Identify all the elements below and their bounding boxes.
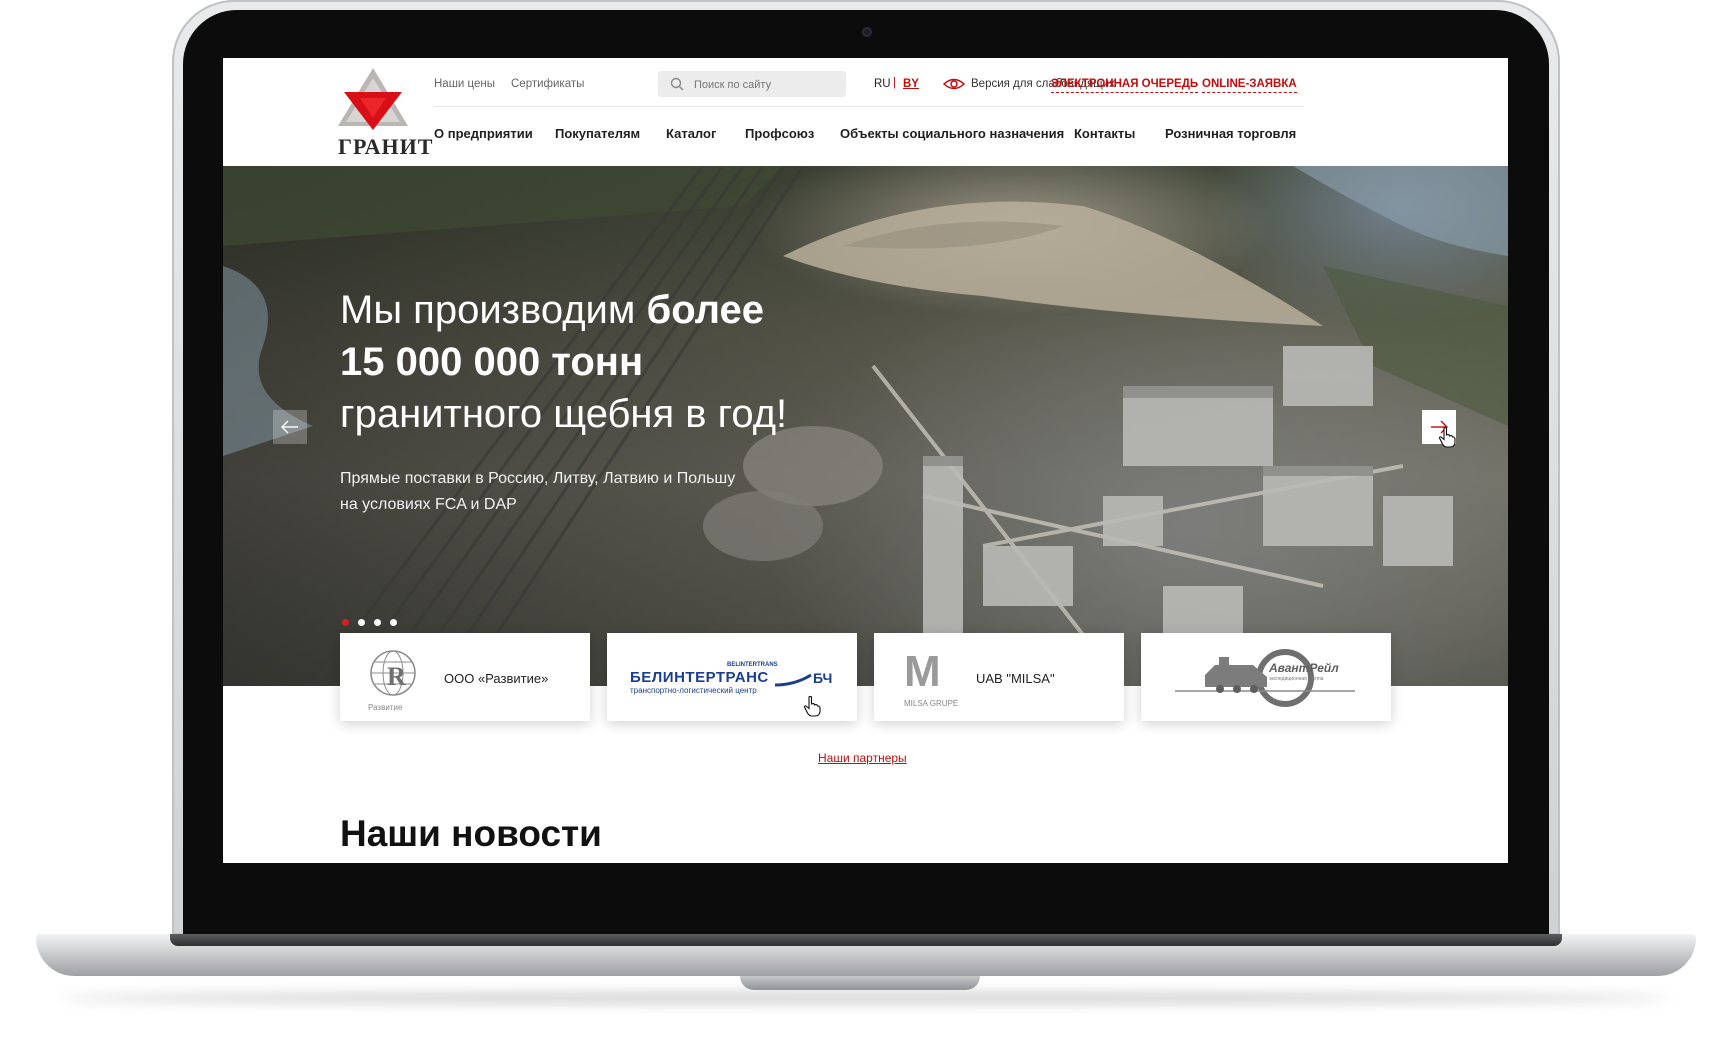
nav-contacts[interactable]: Контакты bbox=[1074, 126, 1135, 141]
header-divider bbox=[434, 106, 1304, 107]
arrow-left-icon bbox=[281, 420, 298, 434]
logo-triangle-icon bbox=[338, 68, 408, 130]
belintertrans-logo-caption: транспортно-логистический центр bbox=[630, 686, 757, 695]
search-box[interactable] bbox=[658, 71, 846, 97]
nav-buyers[interactable]: Покупателям bbox=[555, 126, 640, 141]
eye-icon bbox=[942, 78, 966, 90]
nav-about[interactable]: О предприятии bbox=[434, 126, 533, 141]
hero-title-bold-2: 15 000 000 тонн bbox=[340, 340, 644, 384]
nav-retail[interactable]: Розничная торговля bbox=[1165, 126, 1296, 141]
partner-card-razvitie[interactable]: R Развитие ООО «Развитие» bbox=[340, 633, 590, 721]
slider-dot-2[interactable] bbox=[358, 619, 365, 626]
lang-ru[interactable]: RU bbox=[874, 78, 891, 90]
slider-dot-4[interactable] bbox=[390, 619, 397, 626]
hero-slider: Мы производим более 15 000 000 тонн гран… bbox=[223, 166, 1508, 686]
search-icon bbox=[670, 77, 684, 91]
hand-cursor-icon bbox=[1438, 426, 1456, 448]
laptop-shadow bbox=[60, 992, 1670, 1004]
certificates-link[interactable]: Сертификаты bbox=[511, 78, 584, 90]
hero-title-bold-1: более bbox=[646, 288, 765, 332]
electronic-queue-link[interactable]: ЭЛЕКТРОННАЯ ОЧЕРЕДЬ bbox=[1051, 78, 1199, 93]
laptop-hinge bbox=[170, 934, 1562, 946]
belintertrans-logo-title: БЕЛИНТЕРТРАНС bbox=[630, 669, 769, 686]
our-partners-link[interactable]: Наши партнеры bbox=[818, 751, 907, 765]
slider-dot-1[interactable] bbox=[342, 619, 349, 626]
lang-by[interactable]: BY bbox=[903, 78, 919, 90]
site-header: ГРАНИТ Наши цены Сертификаты RU | BY Вер… bbox=[223, 58, 1508, 166]
logo[interactable]: ГРАНИТ bbox=[338, 68, 434, 159]
browser-screen: ГРАНИТ Наши цены Сертификаты RU | BY Вер… bbox=[223, 58, 1508, 863]
camera-icon bbox=[862, 27, 872, 37]
avantrail-logo-title: АвантРейл bbox=[1269, 661, 1339, 675]
slider-dot-3[interactable] bbox=[374, 619, 381, 626]
belintertrans-logo-badge: БЧ bbox=[813, 670, 833, 686]
slider-prev-button[interactable] bbox=[273, 410, 307, 444]
hero-title: Мы производим более 15 000 000 тонн гран… bbox=[340, 284, 860, 440]
nav-social-objects[interactable]: Объекты социального назначения bbox=[840, 126, 1064, 141]
search-input[interactable] bbox=[692, 75, 844, 95]
partner-name-razvitie: ООО «Развитие» bbox=[444, 671, 549, 686]
prices-link[interactable]: Наши цены bbox=[434, 78, 495, 90]
belintertrans-logo-small: BELINTERTRANS bbox=[727, 662, 778, 668]
lang-separator: | bbox=[893, 77, 896, 89]
milsa-logo-letter: M bbox=[904, 647, 941, 696]
hero-subtitle: Прямые поставки в Россию, Литву, Латвию … bbox=[340, 466, 810, 518]
laptop-notch bbox=[740, 976, 980, 990]
razvitie-logo-caption: Развитие bbox=[368, 703, 403, 712]
razvitie-globe-logo-icon: R bbox=[370, 650, 416, 696]
hero-subtitle-line2: на условиях FCA и DAP bbox=[340, 496, 517, 513]
partner-card-avantrail[interactable]: АвантРейл экспедиционная группа bbox=[1141, 633, 1391, 721]
avantrail-logo-caption: экспедиционная группа bbox=[1269, 676, 1324, 682]
partner-card-milsa[interactable]: M MILSA GRUPĖ UAB "MILSA" bbox=[874, 633, 1124, 721]
low-vision-link[interactable]: Версия для слабовидящих bbox=[942, 76, 1115, 92]
svg-text:R: R bbox=[387, 662, 406, 691]
nav-catalog[interactable]: Каталог bbox=[666, 126, 716, 141]
hero-title-light-3: гранитного щебня в год! bbox=[340, 392, 788, 436]
partner-card-belintertrans[interactable]: BELINTERTRANS БЕЛИНТЕРТРАНС БЧ транспорт… bbox=[607, 633, 857, 721]
news-section-title: Наши новости bbox=[340, 813, 602, 854]
online-request-link[interactable]: ONLINE-ЗАЯВКА bbox=[1202, 78, 1297, 93]
hand-cursor-icon bbox=[803, 695, 821, 717]
hero-title-light-1: Мы производим bbox=[340, 288, 647, 332]
logo-text: ГРАНИТ bbox=[338, 134, 434, 159]
milsa-logo-caption: MILSA GRUPĖ bbox=[904, 699, 959, 708]
nav-union[interactable]: Профсоюз bbox=[745, 126, 814, 141]
partner-name-milsa: UAB "MILSA" bbox=[976, 671, 1055, 686]
hero-subtitle-line1: Прямые поставки в Россию, Литву, Латвию … bbox=[340, 470, 736, 487]
belintertrans-rail-icon bbox=[775, 673, 812, 687]
